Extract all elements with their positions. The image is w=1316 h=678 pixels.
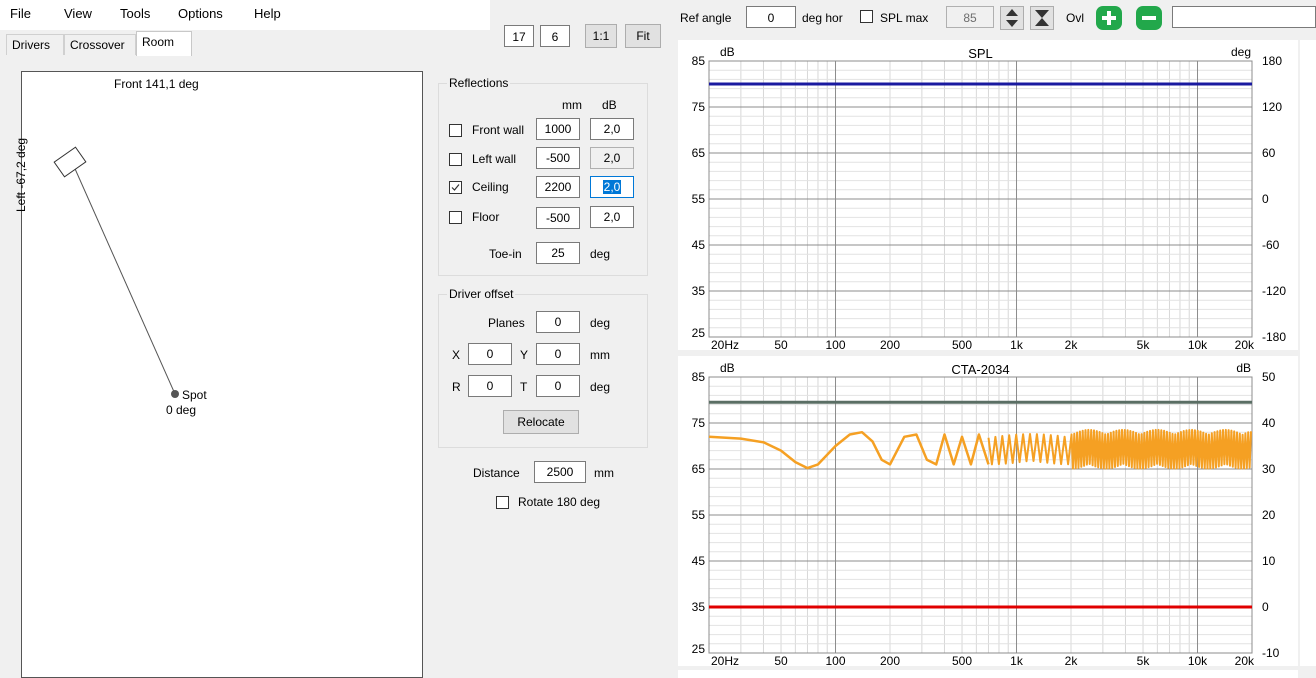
y-tick-label: 65 [692,146,706,160]
y-tick-label: 65 [692,462,706,476]
x-tick-label: 50 [774,654,788,668]
y-tick-label: 55 [692,508,706,522]
x-tick-label: 5k [1137,654,1151,668]
x-tick-label: 5k [1137,338,1151,352]
y-tick-label: 75 [692,100,706,114]
y-tick-label: 25 [692,642,706,656]
y-tick-label: 45 [692,554,706,568]
y2-tick-label: 10 [1262,554,1276,568]
y2-tick-label: -120 [1262,284,1286,298]
x-tick-label: 100 [825,654,845,668]
y-tick-label: 85 [692,370,706,384]
x-tick-label: 20k [1235,338,1255,352]
x-tick-label: 1k [1010,338,1024,352]
y-tick-label: 75 [692,416,706,430]
x-tick-label: 10k [1188,654,1208,668]
y2-tick-label: 0 [1262,600,1269,614]
y2-tick-label: 30 [1262,462,1276,476]
y2-tick-label: 60 [1262,146,1276,160]
y-tick-label: 45 [692,238,706,252]
right-unit-label: dB [1236,361,1251,375]
x-tick-label: 50 [774,338,788,352]
x-tick-label: 20Hz [711,654,739,668]
chart-title: SPL [968,46,993,61]
x-tick-label: 200 [880,654,900,668]
x-tick-label: 200 [880,338,900,352]
charts-svg: 85 75 65 55 45 35 25 180 120 60 0 -60 -120 -180 20Hz 50… [692,45,1287,668]
x-tick-label: 2k [1065,338,1079,352]
x-tick-label: 500 [952,654,972,668]
y2-tick-label: -60 [1262,238,1280,252]
y2-tick-label: 40 [1262,416,1276,430]
y2-tick-label: 120 [1262,100,1282,114]
y2-tick-label: -10 [1262,646,1280,660]
y2-tick-label: 180 [1262,54,1282,68]
x-tick-label: 500 [952,338,972,352]
x-tick-label: 100 [825,338,845,352]
y-tick-label: 85 [692,54,706,68]
y2-tick-label: 50 [1262,370,1276,384]
y2-tick-label: -180 [1262,330,1286,344]
x-tick-label: 10k [1188,338,1208,352]
series-line-dense [987,428,1252,470]
x-tick-label: 20Hz [711,338,739,352]
y2-tick-label: 20 [1262,508,1276,522]
x-tick-label: 2k [1065,654,1079,668]
y-tick-label: 35 [692,284,706,298]
right-unit-label: deg [1231,45,1251,59]
y-tick-label: 35 [692,600,706,614]
x-tick-label: 1k [1010,654,1024,668]
y2-tick-label: 0 [1262,192,1269,206]
y-tick-label: 25 [692,326,706,340]
chart-title: CTA-2034 [951,362,1009,377]
y-tick-label: 55 [692,192,706,206]
left-unit-label: dB [720,361,735,375]
left-unit-label: dB [720,45,735,59]
x-tick-label: 20k [1235,654,1255,668]
